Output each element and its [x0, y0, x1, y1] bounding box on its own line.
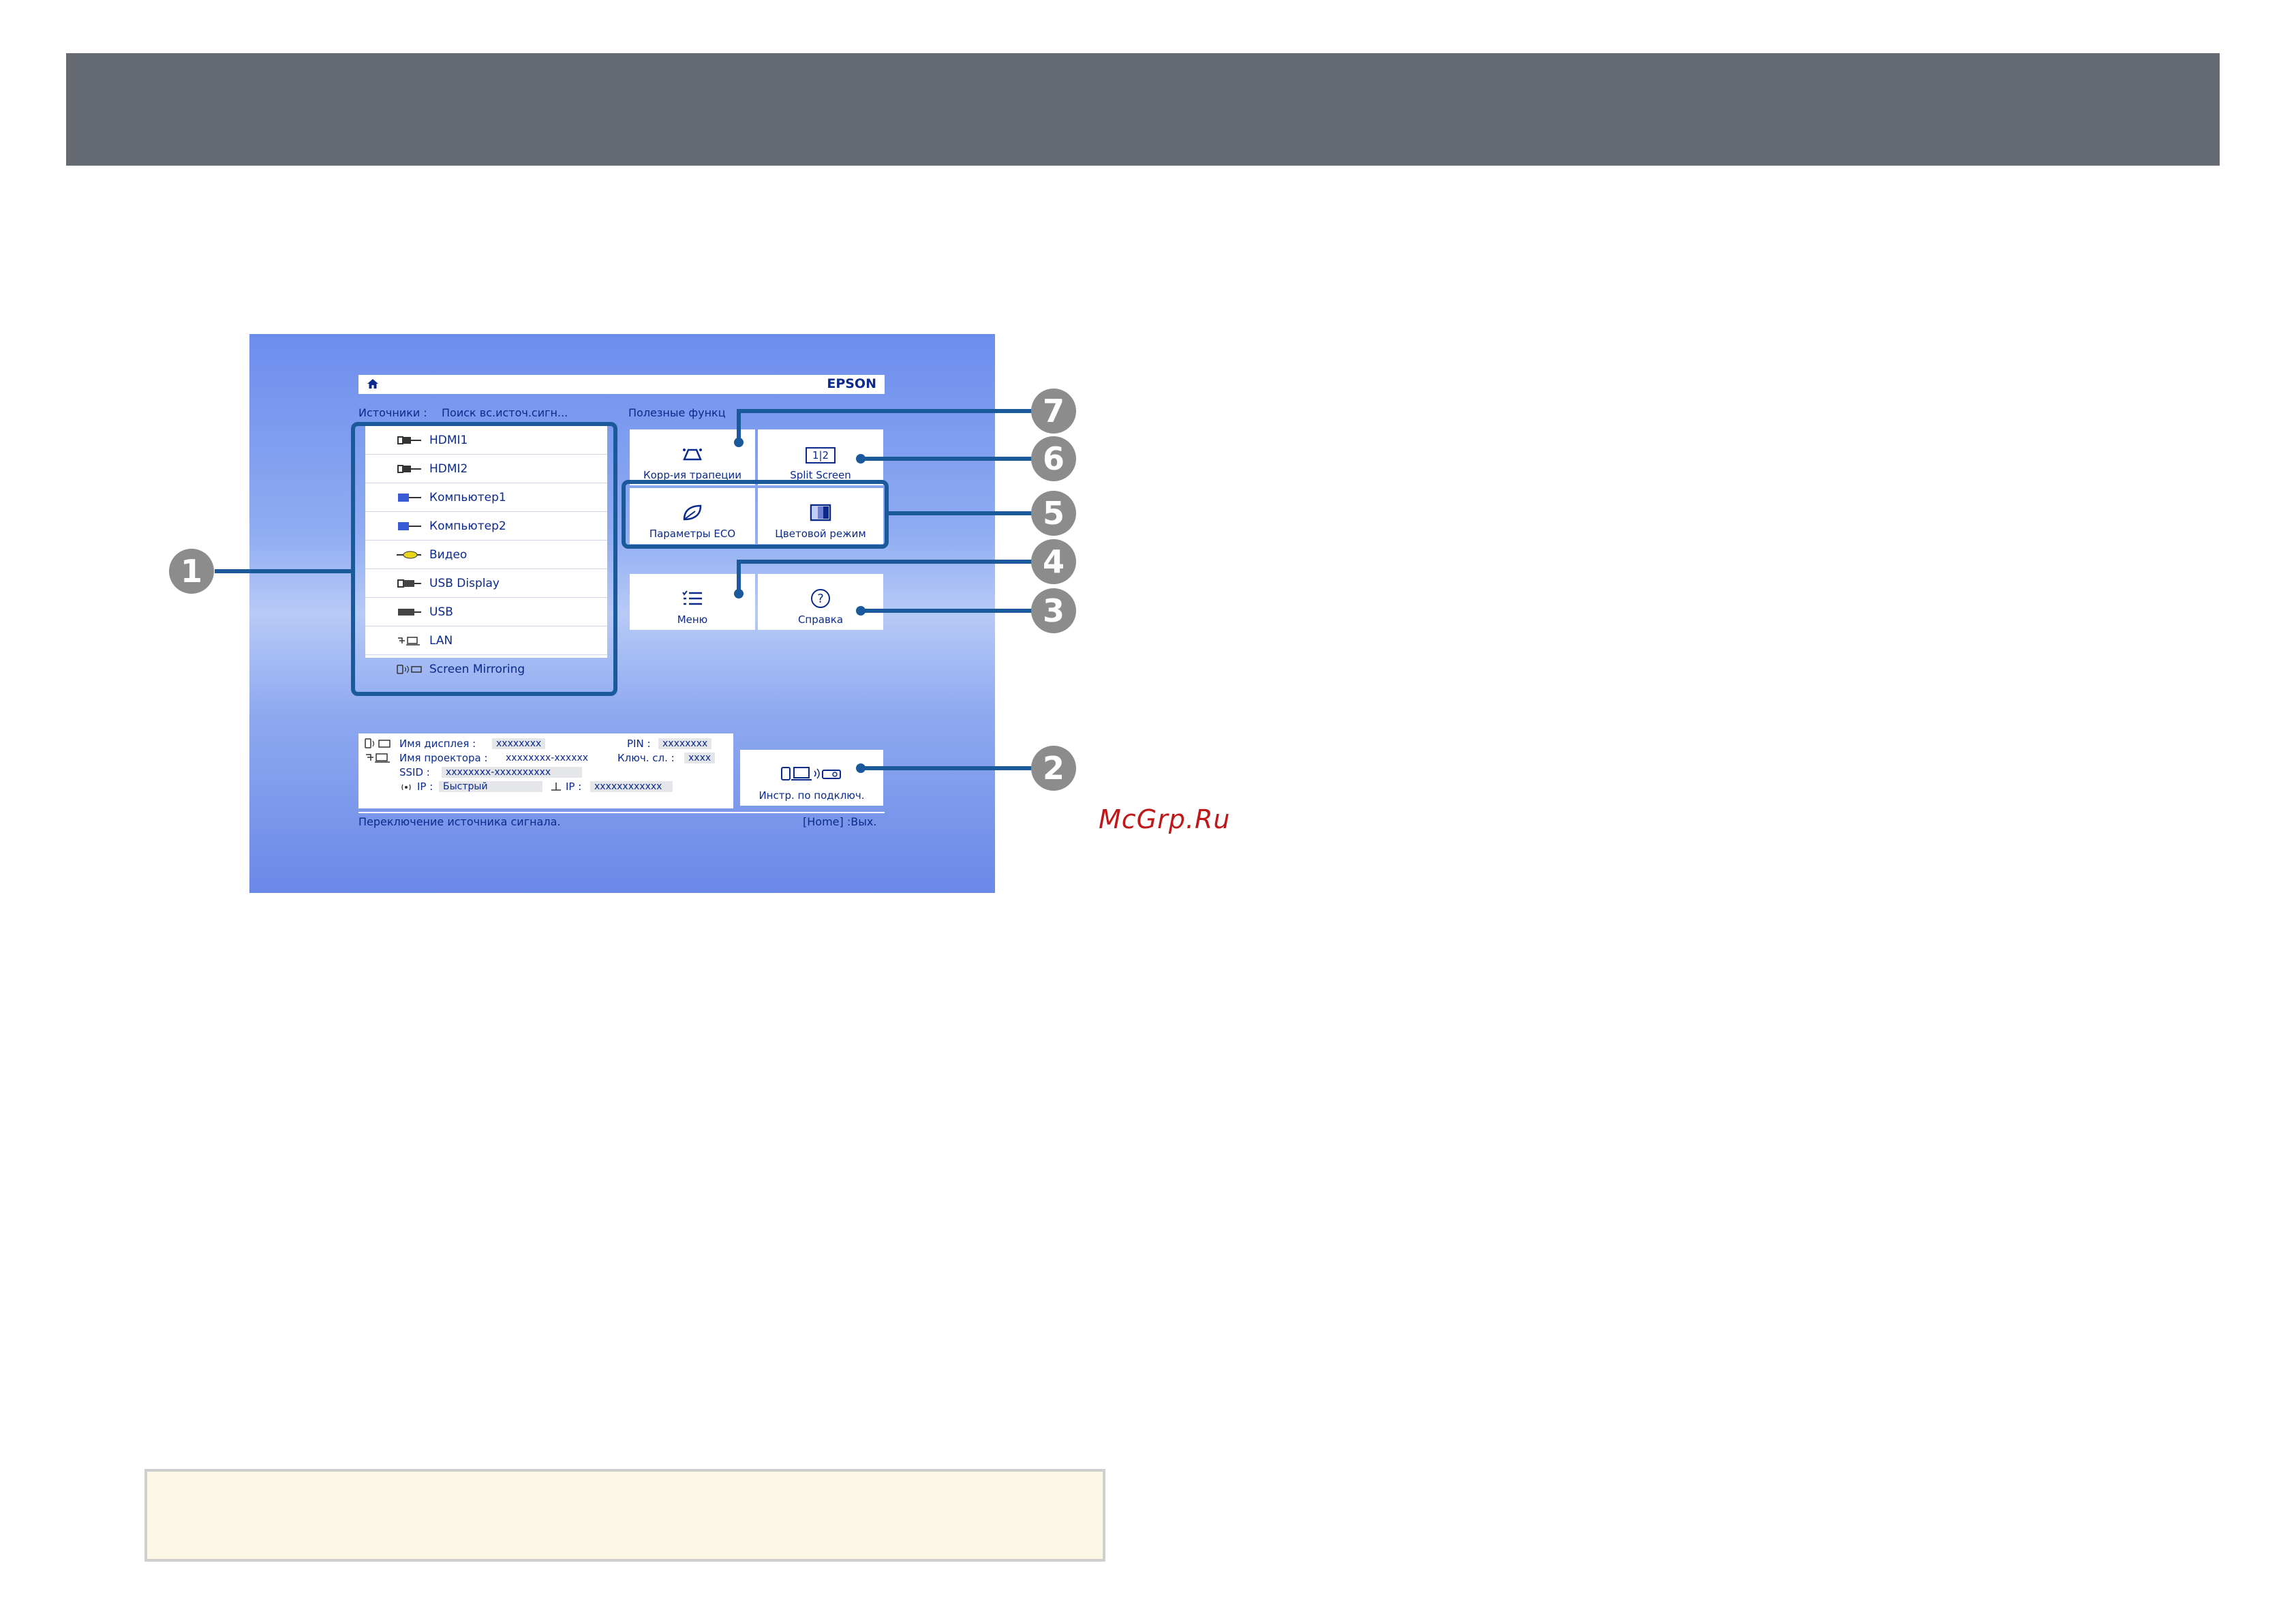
- callout-badge-4: 4: [1031, 539, 1076, 584]
- page-header-bar: [66, 53, 2220, 166]
- connection-guide-label: Инстр. по подключ.: [759, 789, 865, 802]
- menu-label: Меню: [677, 613, 708, 626]
- callout-7-line: [737, 409, 1034, 413]
- callout-badge-1: 1: [169, 549, 214, 594]
- callout-6-line: [861, 457, 1034, 461]
- footer-hint: Переключение источника сигнала.: [358, 815, 561, 828]
- ssid-value: xxxxxxxx-xxxxxxxxxx: [442, 767, 583, 778]
- projector-name-label: Имя проектора :: [399, 752, 488, 764]
- projector-name-value: xxxxxxxx-xxxxxx: [506, 753, 589, 763]
- eco-color-highlight: [622, 480, 889, 549]
- wireless-icon: [401, 784, 411, 791]
- network-info-panel: Имя дисплея : xxxxxxxx PIN : xxxxxxxx Им…: [358, 733, 733, 808]
- callout-badge-5: 5: [1031, 491, 1076, 536]
- callout-7-vline: [737, 409, 741, 442]
- lan-icon: [366, 753, 390, 763]
- help-tile[interactable]: ? Справка: [758, 574, 883, 630]
- key-value: xxxx: [684, 753, 716, 763]
- callout-4-line: [737, 560, 1034, 564]
- useful-functions-heading: Полезные функц: [628, 406, 726, 419]
- key-label: Ключ. сл. :: [617, 752, 675, 764]
- callout-1-line: [215, 569, 355, 573]
- sources-heading: Источники :: [358, 406, 427, 419]
- screen-mirroring-icon: [365, 738, 391, 748]
- keystone-icon: [683, 449, 702, 461]
- home-top-bar: EPSON: [358, 375, 885, 394]
- epson-logo: EPSON: [827, 376, 876, 391]
- connection-guide-tile[interactable]: Инстр. по подключ.: [740, 750, 883, 806]
- menu-list-icon: [682, 590, 702, 605]
- watermark: McGrp.Ru: [1099, 804, 1231, 834]
- callout-badge-6: 6: [1031, 436, 1076, 481]
- split-screen-icon: 1|2: [806, 447, 836, 464]
- pin-label: PIN :: [627, 738, 651, 750]
- ip-label: IP :: [417, 780, 433, 793]
- source-list-highlight: [351, 422, 617, 696]
- display-name-label: Имя дисплея :: [399, 738, 476, 750]
- search-all-sources[interactable]: Поиск вс.источ.сигн...: [442, 406, 568, 419]
- help-icon: ?: [811, 589, 830, 608]
- footer-exit-hint: [Home] :Вых.: [803, 815, 877, 828]
- callout-2-line: [861, 766, 1034, 770]
- ip-value: Быстрый: [439, 781, 542, 792]
- wired-lan-icon: [551, 783, 561, 791]
- callout-4-vline: [737, 560, 741, 592]
- ssid-label: SSID :: [399, 766, 430, 778]
- connection-guide-icon: [781, 767, 841, 780]
- home-icon: [367, 379, 378, 389]
- ip2-label: IP :: [566, 780, 582, 793]
- ip2-value: xxxxxxxxxxxx: [590, 781, 673, 792]
- display-name-value: xxxxxxxx: [492, 738, 546, 749]
- callout-3-line: [861, 609, 1034, 613]
- callout-badge-3: 3: [1031, 588, 1076, 633]
- footer-divider: [358, 812, 885, 813]
- callout-badge-2: 2: [1031, 746, 1076, 791]
- note-box: [144, 1469, 1105, 1562]
- pin-value: xxxxxxxx: [658, 738, 712, 749]
- help-label: Справка: [797, 613, 844, 626]
- callout-badge-7: 7: [1031, 389, 1076, 434]
- callout-5-line: [889, 511, 1034, 515]
